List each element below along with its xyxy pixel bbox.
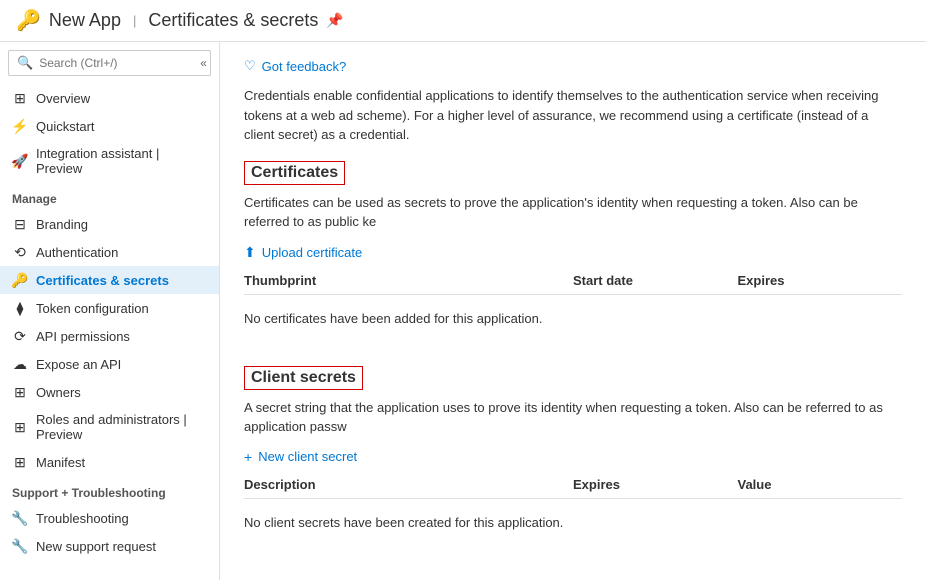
sidebar-item-label: Branding: [36, 217, 88, 232]
upload-icon: ⬆: [244, 244, 256, 261]
sidebar-item-label: Troubleshooting: [36, 511, 129, 526]
sidebar-item-certificates-secrets[interactable]: 🔑 Certificates & secrets: [0, 266, 219, 294]
upload-certificate-button[interactable]: ⬆ Upload certificate: [244, 244, 902, 261]
app-icon: 🔑: [16, 8, 41, 33]
client-secrets-description: A secret string that the application use…: [244, 398, 902, 437]
sidebar-item-integration-assistant[interactable]: 🚀 Integration assistant | Preview: [0, 140, 219, 182]
client-secrets-empty-message: No client secrets have been created for …: [244, 503, 902, 542]
support-section-label: Support + Troubleshooting: [0, 476, 219, 504]
sidebar-item-label: Certificates & secrets: [36, 273, 169, 288]
sidebar-item-roles-administrators[interactable]: ⊞ Roles and administrators | Preview: [0, 406, 219, 448]
sidebar-item-owners[interactable]: ⊞ Owners: [0, 378, 219, 406]
col-start-date: Start date: [573, 273, 738, 288]
certificates-description: Certificates can be used as secrets to p…: [244, 193, 902, 232]
sidebar-item-new-support-request[interactable]: 🔧 New support request: [0, 532, 219, 560]
page-title: Certificates & secrets: [148, 10, 318, 31]
col-thumbprint: Thumbprint: [244, 273, 573, 288]
heart-icon: ♡: [244, 58, 256, 74]
new-client-secret-button[interactable]: + New client secret: [244, 449, 902, 465]
sidebar-item-quickstart[interactable]: ⚡ Quickstart: [0, 112, 219, 140]
certificates-title: Certificates: [244, 161, 345, 185]
manifest-icon: ⊞: [12, 454, 28, 470]
col-value: Value: [738, 477, 903, 492]
integration-icon: 🚀: [12, 153, 28, 169]
sidebar-item-token-configuration[interactable]: ⧫ Token configuration: [0, 294, 219, 322]
pin-icon[interactable]: 📌: [326, 12, 343, 29]
sidebar-item-troubleshooting[interactable]: 🔧 Troubleshooting: [0, 504, 219, 532]
main-description: Credentials enable confidential applicat…: [244, 86, 902, 145]
sidebar-item-label: New support request: [36, 539, 156, 554]
api-icon: ⟳: [12, 328, 28, 344]
branding-icon: ⊟: [12, 216, 28, 232]
app-header: 🔑 New App | Certificates & secrets 📌: [0, 0, 926, 42]
sidebar-item-label: Authentication: [36, 245, 118, 260]
certificates-empty-message: No certificates have been added for this…: [244, 299, 902, 338]
search-input[interactable]: [39, 56, 194, 70]
search-icon: 🔍: [17, 55, 33, 71]
upload-certificate-label: Upload certificate: [262, 245, 362, 260]
feedback-label: Got feedback?: [262, 59, 347, 74]
sidebar-item-overview[interactable]: ⊞ Overview: [0, 84, 219, 112]
sidebar-item-expose-api[interactable]: ☁ Expose an API: [0, 350, 219, 378]
client-secrets-section: Client secrets A secret string that the …: [244, 366, 902, 542]
overview-icon: ⊞: [12, 90, 28, 106]
feedback-bar[interactable]: ♡ Got feedback?: [244, 58, 902, 74]
sidebar-item-branding[interactable]: ⊟ Branding: [0, 210, 219, 238]
troubleshooting-icon: 🔧: [12, 510, 28, 526]
body-container: 🔍 « ⊞ Overview ⚡ Quickstart 🚀 Integratio…: [0, 42, 926, 580]
client-secrets-title: Client secrets: [244, 366, 363, 390]
sidebar-item-label: Manifest: [36, 455, 85, 470]
main-content: ♡ Got feedback? Credentials enable confi…: [220, 42, 926, 580]
expose-api-icon: ☁: [12, 356, 28, 372]
sidebar-item-authentication[interactable]: ⟲ Authentication: [0, 238, 219, 266]
certificates-table-header: Thumbprint Start date Expires: [244, 273, 902, 295]
manage-section-label: Manage: [0, 182, 219, 210]
sidebar-item-label: Overview: [36, 91, 90, 106]
sidebar-item-label: Quickstart: [36, 119, 95, 134]
plus-icon: +: [244, 449, 252, 465]
col-expires: Expires: [738, 273, 903, 288]
app-name: New App: [49, 10, 121, 31]
owners-icon: ⊞: [12, 384, 28, 400]
sidebar-item-manifest[interactable]: ⊞ Manifest: [0, 448, 219, 476]
certificates-section: Certificates Certificates can be used as…: [244, 161, 902, 338]
sidebar-item-api-permissions[interactable]: ⟳ API permissions: [0, 322, 219, 350]
sidebar-item-label: Token configuration: [36, 301, 149, 316]
token-icon: ⧫: [12, 300, 28, 316]
header-separator: |: [133, 13, 136, 28]
search-box[interactable]: 🔍 «: [8, 50, 211, 76]
collapse-icon[interactable]: «: [200, 56, 207, 70]
sidebar-item-label: Roles and administrators | Preview: [36, 412, 207, 442]
sidebar-item-label: Owners: [36, 385, 81, 400]
certificates-icon: 🔑: [12, 272, 28, 288]
col-expires: Expires: [573, 477, 738, 492]
col-description: Description: [244, 477, 573, 492]
authentication-icon: ⟲: [12, 244, 28, 260]
sidebar-item-label: Expose an API: [36, 357, 121, 372]
quickstart-icon: ⚡: [12, 118, 28, 134]
new-support-icon: 🔧: [12, 538, 28, 554]
client-secrets-table-header: Description Expires Value: [244, 477, 902, 499]
new-client-secret-label: New client secret: [258, 449, 357, 464]
sidebar-item-label: API permissions: [36, 329, 130, 344]
roles-icon: ⊞: [12, 419, 28, 435]
sidebar: 🔍 « ⊞ Overview ⚡ Quickstart 🚀 Integratio…: [0, 42, 220, 580]
sidebar-item-label: Integration assistant | Preview: [36, 146, 207, 176]
